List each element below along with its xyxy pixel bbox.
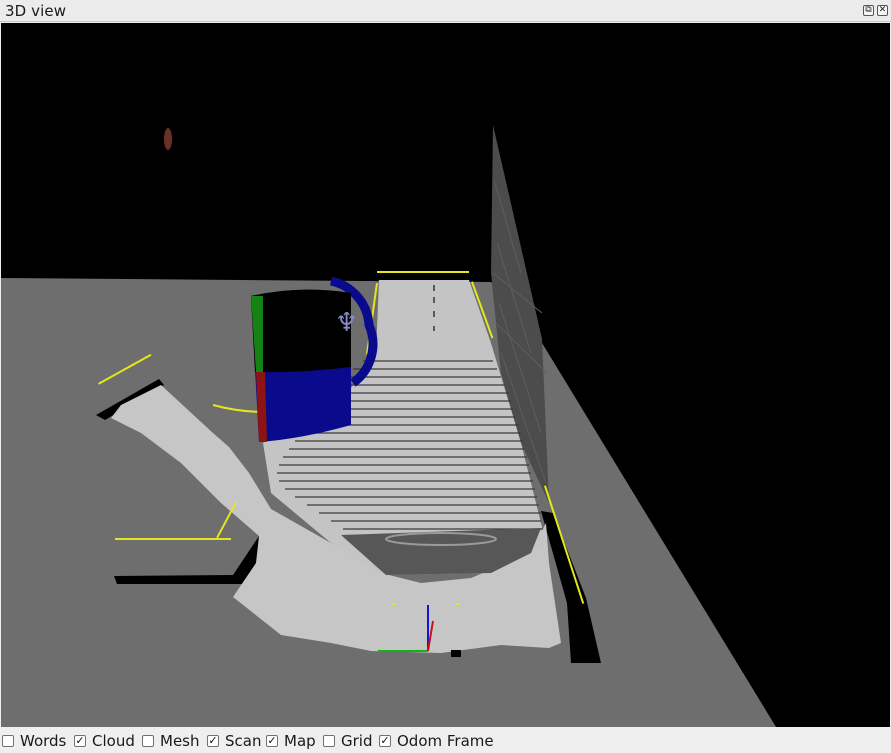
scan-checkbox-box[interactable]: ✓ [207, 735, 219, 747]
words-checkbox-label: Words [20, 732, 67, 750]
map-checkbox-label: Map [284, 732, 316, 750]
float-window-button[interactable]: ⧉ [863, 5, 874, 16]
odom-marker [451, 650, 461, 657]
words-checkbox[interactable]: Words [2, 732, 66, 750]
odom-frame-checkbox-box[interactable]: ✓ [379, 735, 391, 747]
window-titlebar: 3D view ⧉ ✕ [0, 0, 891, 22]
scan-checkbox-label: Scan [225, 732, 262, 750]
close-window-button[interactable]: ✕ [877, 5, 888, 16]
map-checkbox[interactable]: ✓ Map [266, 732, 316, 750]
cloud-checkbox[interactable]: ✓ Cloud [74, 732, 135, 750]
cloud-checkbox-box[interactable]: ✓ [74, 735, 86, 747]
3d-viewport[interactable]: ♆ [1, 23, 890, 727]
distant-object [164, 128, 172, 150]
grid-checkbox-label: Grid [341, 732, 373, 750]
grid-checkbox-box[interactable] [323, 735, 335, 747]
words-checkbox-box[interactable] [2, 735, 14, 747]
display-options-bar: Words ✓ Cloud Mesh ✓ Scan ✓ Map Grid ✓ O… [0, 727, 891, 753]
mesh-checkbox[interactable]: Mesh [142, 732, 200, 750]
mesh-checkbox-label: Mesh [160, 732, 200, 750]
mesh-checkbox-box[interactable] [142, 735, 154, 747]
window-title: 3D view [5, 2, 67, 20]
grid-checkbox[interactable]: Grid [323, 732, 372, 750]
mug-logo: ♆ [335, 308, 358, 338]
3d-scene: ♆ [1, 23, 890, 727]
odom-frame-checkbox[interactable]: ✓ Odom Frame [379, 732, 494, 750]
cloud-checkbox-label: Cloud [92, 732, 135, 750]
scan-checkbox[interactable]: ✓ Scan [207, 732, 261, 750]
odom-frame-checkbox-label: Odom Frame [397, 732, 494, 750]
map-checkbox-box[interactable]: ✓ [266, 735, 278, 747]
